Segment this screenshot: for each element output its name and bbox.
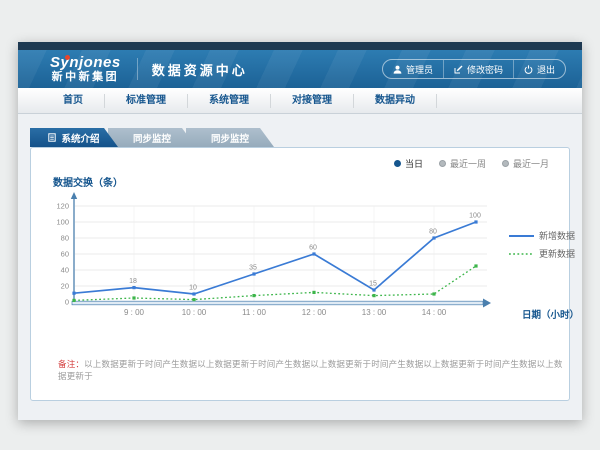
logout-button[interactable]: 退出 <box>513 60 565 78</box>
note-prefix: 备注： <box>58 359 84 369</box>
svg-text:10 : 00: 10 : 00 <box>182 308 207 317</box>
tab-label: 系统介绍 <box>61 131 99 145</box>
nav-item-4[interactable]: 数据异动 <box>354 94 437 108</box>
tab-label: 同步监控 <box>211 131 249 145</box>
main-nav: 首页标准管理系统管理对接管理数据异动 <box>18 88 582 114</box>
range-option-0[interactable]: 当日 <box>394 157 423 170</box>
nav-item-3[interactable]: 对接管理 <box>271 94 354 108</box>
svg-text:11 : 00: 11 : 00 <box>242 308 266 317</box>
top-strip <box>18 42 582 50</box>
tab-bar: 系统介绍 同步监控 同步监控 <box>30 128 582 147</box>
change-password-label: 修改密码 <box>467 63 503 76</box>
radio-icon <box>394 160 401 167</box>
legend-item-0[interactable]: 新增数据 <box>509 230 575 241</box>
svg-text:日期（小时）: 日期（小时） <box>522 309 579 321</box>
legend-item-1[interactable]: 更新数据 <box>509 248 575 259</box>
svg-text:10: 10 <box>189 285 197 292</box>
nav-item-1[interactable]: 标准管理 <box>105 94 188 108</box>
user-icon <box>393 65 402 74</box>
radio-icon <box>502 160 509 167</box>
chart-title: 数据交换（条） <box>53 174 123 189</box>
date-range-options: 当日 最近一周 最近一月 <box>394 157 549 170</box>
range-label: 最近一周 <box>450 157 486 170</box>
svg-text:9 : 00: 9 : 00 <box>124 308 145 317</box>
current-user-button[interactable]: 管理员 <box>383 60 443 78</box>
user-toolbar: 管理员 修改密码 退出 <box>382 59 566 79</box>
svg-text:20: 20 <box>61 282 69 291</box>
nav-item-0[interactable]: 首页 <box>42 94 105 108</box>
header-divider <box>137 58 138 80</box>
svg-text:120: 120 <box>56 202 69 211</box>
note-text: 以上数据更新于时间产生数据以上数据更新于时间产生数据以上数据更新于时间产生数据以… <box>58 359 563 381</box>
logo-accent-dot <box>65 55 70 60</box>
edit-icon <box>454 65 463 74</box>
app-window: Synjones 新中新集团 数据资源中心 管理员 修改密码 退出 首页标准管理… <box>18 42 582 420</box>
system-intro-panel: 当日 最近一周 最近一月 数据交换（条） 0 20 40 60 80 100 120 9 : 00… <box>30 147 570 401</box>
brand-logo: Synjones 新中新集团 <box>50 55 121 84</box>
logo-subtext: 新中新集团 <box>50 71 121 83</box>
change-password-button[interactable]: 修改密码 <box>443 60 513 78</box>
svg-text:更新数据: 更新数据 <box>539 248 575 259</box>
svg-text:60: 60 <box>309 245 317 252</box>
page-title: 数据资源中心 <box>152 60 248 79</box>
tab-2[interactable]: 同步监控 <box>186 128 274 147</box>
range-option-1[interactable]: 最近一周 <box>439 157 486 170</box>
range-label: 最近一月 <box>513 157 549 170</box>
range-label: 当日 <box>405 157 423 170</box>
svg-text:14 : 00: 14 : 00 <box>422 308 447 317</box>
data-exchange-line-chart: 0 20 40 60 80 100 120 9 : 00 10 : 00 11 : 00 12 : … <box>41 192 581 334</box>
content-area: 系统介绍 同步监控 同步监控 当日 最近一周 最近一月 数据交换（条） 0 20 40 60 8… <box>18 114 582 401</box>
radio-icon <box>439 160 446 167</box>
current-user-label: 管理员 <box>406 63 433 76</box>
tab-0[interactable]: 系统介绍 <box>30 128 118 147</box>
logo-text: Synjones <box>50 55 121 72</box>
tab-label: 同步监控 <box>133 131 171 145</box>
svg-text:60: 60 <box>61 250 69 259</box>
footer-note: 备注：以上数据更新于时间产生数据以上数据更新于时间产生数据以上数据更新于时间产生… <box>58 358 569 382</box>
svg-text:新增数据: 新增数据 <box>539 230 575 241</box>
svg-text:80: 80 <box>61 234 69 243</box>
svg-text:15: 15 <box>369 281 377 288</box>
svg-text:100: 100 <box>56 218 69 227</box>
svg-text:13 : 00: 13 : 00 <box>362 308 387 317</box>
document-icon <box>48 133 56 142</box>
tab-1[interactable]: 同步监控 <box>108 128 196 147</box>
svg-text:0: 0 <box>65 298 69 307</box>
power-icon <box>524 65 533 74</box>
svg-text:80: 80 <box>429 229 437 236</box>
app-header: Synjones 新中新集团 数据资源中心 管理员 修改密码 退出 <box>18 50 582 88</box>
svg-text:40: 40 <box>61 266 69 275</box>
svg-text:35: 35 <box>249 265 257 272</box>
svg-text:100: 100 <box>469 213 481 220</box>
svg-text:18: 18 <box>129 278 137 285</box>
svg-text:12 : 00: 12 : 00 <box>302 308 327 317</box>
nav-item-2[interactable]: 系统管理 <box>188 94 271 108</box>
logout-label: 退出 <box>537 63 555 76</box>
range-option-2[interactable]: 最近一月 <box>502 157 549 170</box>
